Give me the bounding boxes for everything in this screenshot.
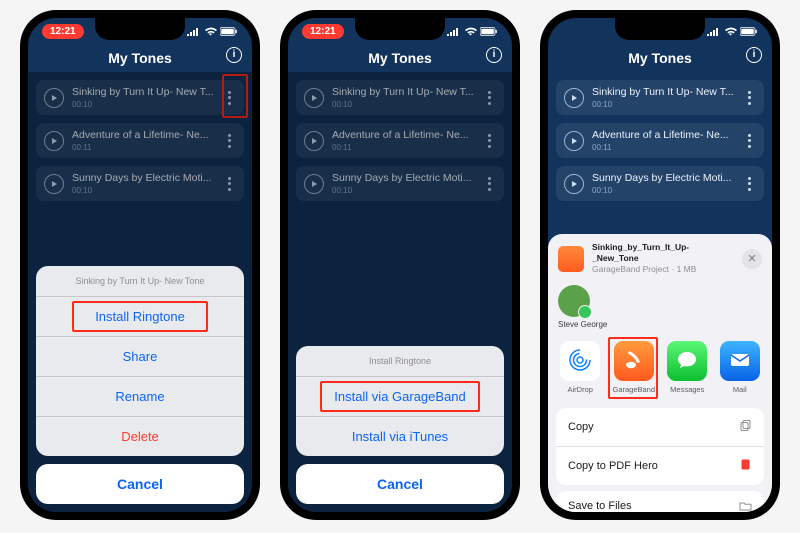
cancel-button[interactable]: Cancel (36, 464, 244, 504)
page-header: My Tones i (288, 44, 512, 72)
status-icons (187, 27, 238, 36)
tone-duration: 00:11 (592, 143, 734, 152)
share-sheet: Sinking_by_Turn_It_Up-_New_Tone GarageBa… (548, 234, 772, 512)
phone-frame-1: 12:21 My Tones i Sinking by Turn It Up- … (20, 10, 260, 520)
notch (95, 18, 185, 40)
play-icon[interactable] (564, 174, 584, 194)
share-actions: Copy Copy to PDF Hero (556, 408, 764, 485)
recording-clock: 12:21 (302, 24, 344, 39)
info-icon[interactable]: i (746, 47, 762, 63)
install-via-itunes-button[interactable]: Install via iTunes (296, 417, 504, 456)
action-sheet: Install Ringtone Install via GarageBand … (296, 346, 504, 504)
airdrop-icon (567, 347, 593, 375)
contact-name: Steve George (558, 320, 607, 329)
action-sheet: Sinking by Turn It Up- New Tone Install … (36, 266, 244, 504)
avatar (558, 285, 590, 317)
messages-button[interactable]: Messages (667, 341, 707, 394)
phone-frame-3: My Tones i Sinking by Turn It Up- New T.… (540, 10, 780, 520)
tone-item[interactable]: Adventure of a Lifetime- Ne... 00:11 (556, 123, 764, 158)
share-filename: Sinking_by_Turn_It_Up-_New_Tone (592, 242, 734, 264)
contact-suggestion[interactable]: Steve George (548, 283, 772, 335)
page-title: My Tones (628, 50, 692, 66)
file-thumbnail (558, 246, 584, 272)
install-via-garageband-button[interactable]: Install via GarageBand (296, 377, 504, 417)
sheet-title: Install Ringtone (296, 346, 504, 377)
delete-button[interactable]: Delete (36, 417, 244, 456)
more-options-icon[interactable] (742, 132, 756, 150)
phone-frame-2: 12:21 My Tones i Sinking by Turn It Up- … (280, 10, 520, 520)
more-options-icon[interactable] (742, 175, 756, 193)
copy-icon (739, 419, 752, 435)
tone-title: Sinking by Turn It Up- New T... (592, 86, 734, 98)
tone-item[interactable]: Sinking by Turn It Up- New T... 00:10 (556, 80, 764, 115)
tone-duration: 00:10 (592, 100, 734, 109)
page-title: My Tones (368, 50, 432, 66)
tone-list: Sinking by Turn It Up- New T... 00:10 Ad… (548, 80, 772, 201)
share-button[interactable]: Share (36, 337, 244, 377)
status-icons (707, 27, 758, 36)
save-to-files-action[interactable]: Save to Files (556, 491, 764, 512)
notch (615, 18, 705, 40)
notch (355, 18, 445, 40)
copy-action[interactable]: Copy (556, 408, 764, 447)
mail-button[interactable]: Mail (720, 341, 760, 394)
tone-title: Adventure of a Lifetime- Ne... (592, 129, 734, 141)
pdf-icon (739, 458, 752, 474)
close-icon[interactable]: ✕ (742, 249, 762, 269)
screen-1: 12:21 My Tones i Sinking by Turn It Up- … (28, 18, 252, 512)
messages-icon (675, 348, 699, 374)
tone-item[interactable]: Sunny Days by Electric Moti... 00:10 (556, 166, 764, 201)
tone-title: Sunny Days by Electric Moti... (592, 172, 734, 184)
tone-duration: 00:10 (592, 186, 734, 195)
rename-button[interactable]: Rename (36, 377, 244, 417)
recording-clock: 12:21 (42, 24, 84, 39)
page-header: My Tones i (28, 44, 252, 72)
more-options-icon[interactable] (742, 89, 756, 107)
garageband-icon (622, 348, 646, 374)
share-header: Sinking_by_Turn_It_Up-_New_Tone GarageBa… (548, 234, 772, 283)
install-ringtone-button[interactable]: Install Ringtone (36, 297, 244, 337)
airdrop-button[interactable]: AirDrop (560, 341, 600, 394)
mail-icon (728, 348, 752, 374)
share-sub: GarageBand Project · 1 MB (592, 264, 734, 275)
sheet-title: Sinking by Turn It Up- New Tone (36, 266, 244, 297)
play-icon[interactable] (564, 88, 584, 108)
status-icons (447, 27, 498, 36)
garageband-button[interactable]: GarageBand (612, 341, 655, 394)
share-apps-row: AirDrop GarageBand Messages (548, 335, 772, 404)
page-title: My Tones (108, 50, 172, 66)
screen-3: My Tones i Sinking by Turn It Up- New T.… (548, 18, 772, 512)
folder-icon (739, 500, 752, 512)
page-header: My Tones i (548, 44, 772, 72)
screen-2: 12:21 My Tones i Sinking by Turn It Up- … (288, 18, 512, 512)
play-icon[interactable] (564, 131, 584, 151)
info-icon[interactable]: i (486, 47, 502, 63)
cancel-button[interactable]: Cancel (296, 464, 504, 504)
info-icon[interactable]: i (226, 47, 242, 63)
copy-to-pdfhero-action[interactable]: Copy to PDF Hero (556, 447, 764, 485)
